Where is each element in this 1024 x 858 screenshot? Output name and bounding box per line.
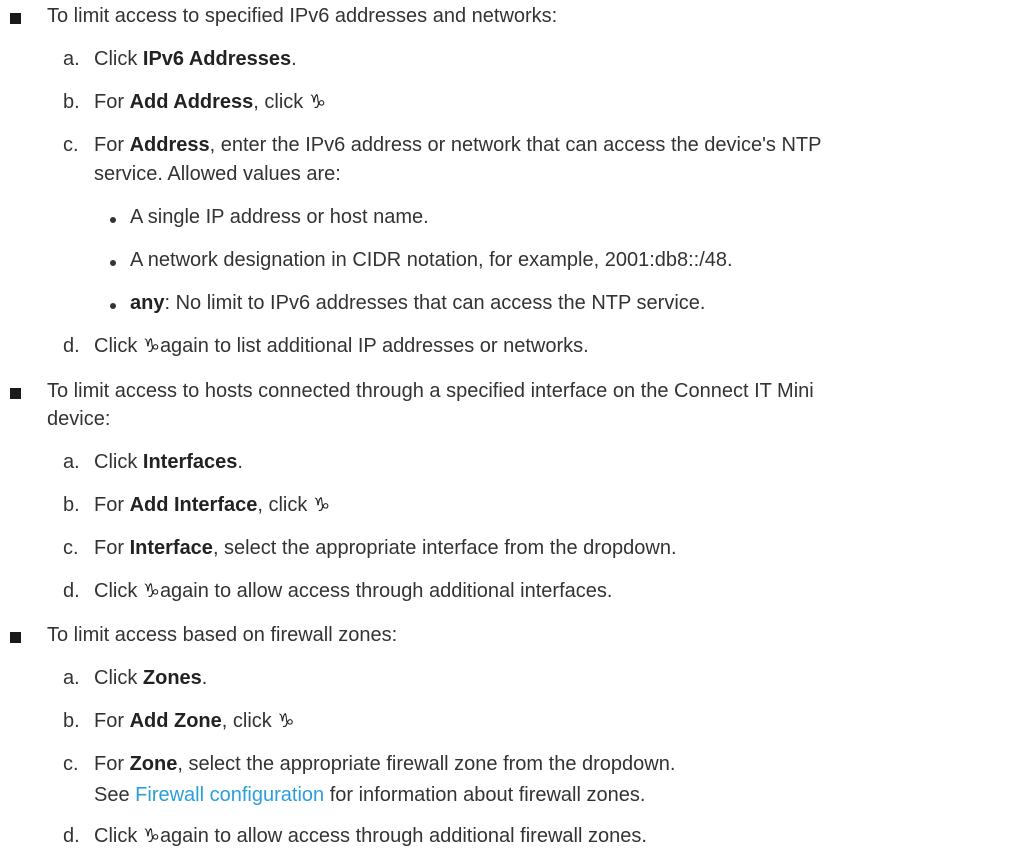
- firewall-configuration-link[interactable]: Firewall configuration: [135, 784, 324, 806]
- ipv6-step-c-cont: service. Allowed values are:: [94, 163, 341, 185]
- interfaces-intro-cont: device:: [47, 408, 111, 430]
- interfaces-step-a: a. Click Interfaces.: [63, 451, 243, 473]
- interface-label: Interface: [129, 537, 213, 559]
- add-icon[interactable]: ♑: [143, 335, 160, 357]
- ipv6-step-c: c. For Address, enter the IPv6 address or…: [63, 134, 822, 156]
- ipv6-step-d: d. Click ♑again to list additional IP add…: [63, 335, 589, 357]
- list-bullet-icon: [110, 260, 116, 266]
- add-icon[interactable]: ♑: [313, 494, 330, 516]
- interfaces-step-d: d. Click ♑again to allow access through a…: [63, 580, 613, 602]
- zones-intro: To limit access based on firewall zones:: [47, 624, 398, 646]
- address-label: Address: [129, 134, 210, 156]
- zones-label: Zones: [142, 667, 202, 689]
- bullet-icon: [10, 632, 21, 643]
- add-address-label: Add Address: [129, 91, 254, 113]
- zones-step-c: c. For Zone, select the appropriate firew…: [63, 753, 676, 775]
- bullet-icon: [10, 388, 21, 399]
- ipv6-addresses-label: IPv6 Addresses: [142, 48, 292, 70]
- add-icon[interactable]: ♑: [143, 825, 160, 847]
- ipv6-step-b: b. For Add Address, click ♑: [63, 91, 326, 113]
- list-bullet-icon: [110, 303, 116, 309]
- zone-label: Zone: [129, 753, 178, 775]
- zones-step-b: b. For Add Zone, click ♑: [63, 710, 295, 732]
- allowed-value-item: A single IP address or host name.: [130, 206, 429, 228]
- interfaces-label: Interfaces: [142, 451, 238, 473]
- add-icon[interactable]: ♑: [143, 580, 160, 602]
- interfaces-intro: To limit access to hosts connected throu…: [47, 380, 814, 402]
- zones-step-d: d. Click ♑again to allow access through a…: [63, 825, 647, 847]
- zones-see-also: See Firewall configuration for informati…: [94, 784, 646, 806]
- list-bullet-icon: [110, 217, 116, 223]
- add-icon[interactable]: ♑: [309, 91, 326, 113]
- ipv6-intro: To limit access to specified IPv6 addres…: [47, 5, 558, 27]
- allowed-value-item: any: No limit to IPv6 addresses that can…: [130, 292, 706, 314]
- add-zone-label: Add Zone: [129, 710, 222, 732]
- add-interface-label: Add Interface: [129, 494, 258, 516]
- interfaces-step-b: b. For Add Interface, click ♑: [63, 494, 330, 516]
- bullet-icon: [10, 13, 21, 24]
- add-icon[interactable]: ♑: [277, 710, 294, 732]
- interfaces-step-c: c. For Interface, select the appropriate …: [63, 537, 677, 559]
- ipv6-step-a: a. Click IPv6 Addresses.: [63, 48, 297, 70]
- allowed-value-item: A network designation in CIDR notation, …: [130, 249, 733, 271]
- zones-step-a: a. Click Zones.: [63, 667, 208, 689]
